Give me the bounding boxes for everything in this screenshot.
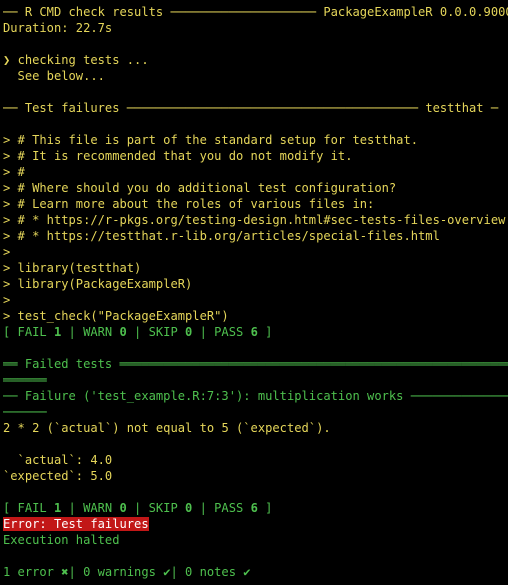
test-summary-repeat: [ FAIL 1 | WARN 0 | SKIP 0 | PASS 6 ] bbox=[3, 501, 273, 515]
code-line: > # It is recommended that you do not mo… bbox=[3, 149, 353, 163]
error-line: Error: Test failures bbox=[3, 516, 508, 532]
warn-count: 0 bbox=[119, 501, 127, 515]
warn-count: 0 bbox=[119, 325, 127, 339]
failed-tests-title: ══ Failed tests ════════════════════════… bbox=[3, 357, 508, 371]
check-results-title: R CMD check results bbox=[24, 5, 164, 19]
code-line: > library(PackageExampleR) bbox=[3, 277, 193, 291]
execution-halted-text: Execution halted bbox=[3, 533, 120, 547]
test-failures-title: Test failures bbox=[24, 101, 120, 115]
failure-location: test_example.R:7:3 bbox=[97, 389, 229, 403]
failure-header: ── Failure ('test_example.R:7:3'): multi… bbox=[3, 389, 508, 403]
check-status-footer: 1 error ✖| 0 warnings ✔| 0 notes ✔ bbox=[3, 565, 251, 579]
failed-tests-rule-wrap: ══════ bbox=[3, 373, 47, 387]
expected-value: 5.0 bbox=[90, 469, 113, 483]
check-results-header: ── R CMD check results ─────────────────… bbox=[3, 4, 508, 20]
test-summary: [ FAIL 1 | WARN 0 | SKIP 0 | PASS 6 ] bbox=[3, 325, 273, 339]
package-name: PackageExampleR bbox=[323, 5, 433, 19]
chevron-right-icon: ❯ bbox=[3, 53, 18, 67]
package-version: 0.0.0.9000 ── bbox=[439, 5, 508, 19]
failure-message: 2 * 2 (`actual`) not equal to 5 (`expect… bbox=[3, 421, 331, 435]
test-failures-rule: ── Test failures ───────────────────────… bbox=[3, 101, 499, 115]
terminal-output: ── R CMD check results ─────────────────… bbox=[0, 0, 508, 585]
code-line: > # Where should you do additional test … bbox=[3, 181, 397, 195]
code-line: > # Learn more about the roles of variou… bbox=[3, 197, 375, 211]
code-line: > # * https://r-pkgs.org/testing-design.… bbox=[3, 213, 506, 227]
cross-icon: ✖ bbox=[61, 565, 69, 579]
code-line: > library(testthat) bbox=[3, 261, 142, 275]
code-line: > # * https://testthat.r-lib.org/article… bbox=[3, 229, 440, 243]
check-icon: ✔ bbox=[243, 565, 251, 579]
duration-text: Duration: 22.7s bbox=[3, 21, 113, 35]
pass-count: 6 bbox=[250, 325, 258, 339]
see-below-text: See below... bbox=[3, 69, 105, 83]
code-line: > bbox=[3, 293, 11, 307]
actual-value: 4.0 bbox=[90, 453, 113, 467]
failure-rule-wrap: ────── bbox=[3, 405, 47, 419]
checking-tests-line: ❯ checking tests ... bbox=[3, 53, 149, 67]
pass-count: 6 bbox=[250, 501, 258, 515]
code-line: > bbox=[3, 245, 11, 259]
code-line: > test_check("PackageExampleR") bbox=[3, 309, 229, 323]
code-line: > # This file is part of the standard se… bbox=[3, 133, 419, 147]
expected-value-line: `expected`: 5.0 bbox=[3, 469, 113, 483]
testthat-tag: testthat bbox=[425, 101, 484, 115]
actual-value-line: `actual`: 4.0 bbox=[3, 453, 113, 467]
code-line: > # bbox=[3, 165, 25, 179]
error-message: Error: Test failures bbox=[3, 517, 149, 531]
